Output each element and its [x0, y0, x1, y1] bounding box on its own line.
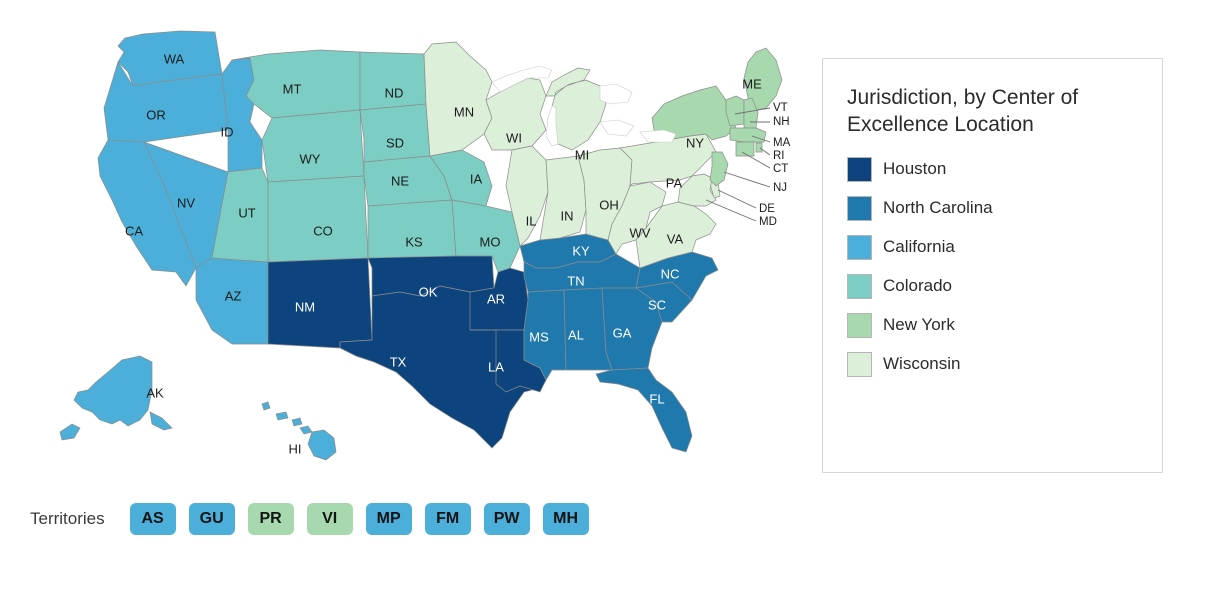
state-OK[interactable] [367, 255, 495, 297]
territory-chip-pw[interactable]: PW [483, 503, 530, 535]
state-VT[interactable] [725, 95, 745, 127]
state-label-NH: NH [773, 116, 790, 128]
territory-chip-fm[interactable]: FM [424, 503, 471, 535]
leader-line-DE [717, 189, 757, 209]
state-label-NJ: NJ [773, 182, 787, 194]
legend-swatch-wisconsin [847, 351, 872, 377]
state-MA[interactable] [729, 127, 767, 143]
leader-line-NJ [723, 171, 771, 188]
legend-label-houston: Houston [883, 159, 947, 179]
leader-line-CT [741, 151, 771, 169]
legend-label-new-york: New York [883, 315, 955, 335]
legend-label-wisconsin: Wisconsin [883, 354, 961, 374]
legend-swatch-colorado [847, 273, 872, 299]
state-label-DE: DE [759, 203, 775, 215]
territory-chip-pr[interactable]: PR [247, 503, 294, 535]
state-label-MD: MD [759, 216, 777, 228]
state-label-MA: MA [773, 137, 791, 149]
territory-chip-vi[interactable]: VI [306, 503, 353, 535]
state-MN[interactable] [423, 41, 493, 157]
state-RI[interactable] [755, 142, 763, 153]
state-HI[interactable] [261, 401, 337, 461]
legend-swatch-houston [847, 156, 872, 182]
territory-chip-as[interactable]: AS [129, 503, 176, 535]
legend-label-california: California [883, 237, 955, 257]
legend-item-california[interactable]: California [847, 234, 1138, 260]
state-ND[interactable] [359, 51, 427, 111]
state-WY[interactable] [261, 109, 365, 183]
legend-item-houston[interactable]: Houston [847, 156, 1138, 182]
state-NJ[interactable] [709, 151, 729, 187]
legend-item-north-carolina[interactable]: North Carolina [847, 195, 1138, 221]
territories-row: Territories AS GU PR VI MP FM PW MH [30, 503, 602, 535]
legend-swatch-north-carolina [847, 195, 872, 221]
state-CO[interactable] [267, 175, 369, 263]
leader-line-MD [705, 199, 757, 222]
legend-item-new-york[interactable]: New York [847, 312, 1138, 338]
legend-swatch-new-york [847, 312, 872, 338]
state-label-RI: RI [773, 150, 785, 162]
state-AZ[interactable] [195, 257, 269, 345]
legend-item-colorado[interactable]: Colorado [847, 273, 1138, 299]
state-NM[interactable] [267, 257, 373, 349]
map-legend: Jurisdiction, by Center of Excellence Lo… [822, 58, 1163, 473]
state-WI[interactable] [483, 77, 547, 151]
us-choropleth-map: WA OR ID NV CA AZ MT WY UT CO ND SD NE K… [0, 0, 815, 480]
state-SD[interactable] [359, 103, 431, 163]
territories-label: Territories [30, 509, 105, 528]
territory-chip-mh[interactable]: MH [542, 503, 589, 535]
territory-chip-mp[interactable]: MP [365, 503, 412, 535]
legend-label-north-carolina: North Carolina [883, 198, 993, 218]
state-KS[interactable] [367, 199, 457, 259]
territory-chip-gu[interactable]: GU [188, 503, 235, 535]
state-FL[interactable] [595, 367, 693, 453]
state-label-VT: VT [773, 102, 788, 114]
legend-title: Jurisdiction, by Center of Excellence Lo… [847, 86, 1079, 136]
state-IN[interactable] [539, 155, 587, 241]
legend-item-wisconsin[interactable]: Wisconsin [847, 351, 1138, 377]
legend-label-colorado: Colorado [883, 276, 952, 296]
state-label-CT: CT [773, 163, 788, 175]
legend-swatch-california [847, 234, 872, 260]
state-AK[interactable] [59, 355, 173, 441]
state-label-HI: HI [289, 441, 302, 456]
